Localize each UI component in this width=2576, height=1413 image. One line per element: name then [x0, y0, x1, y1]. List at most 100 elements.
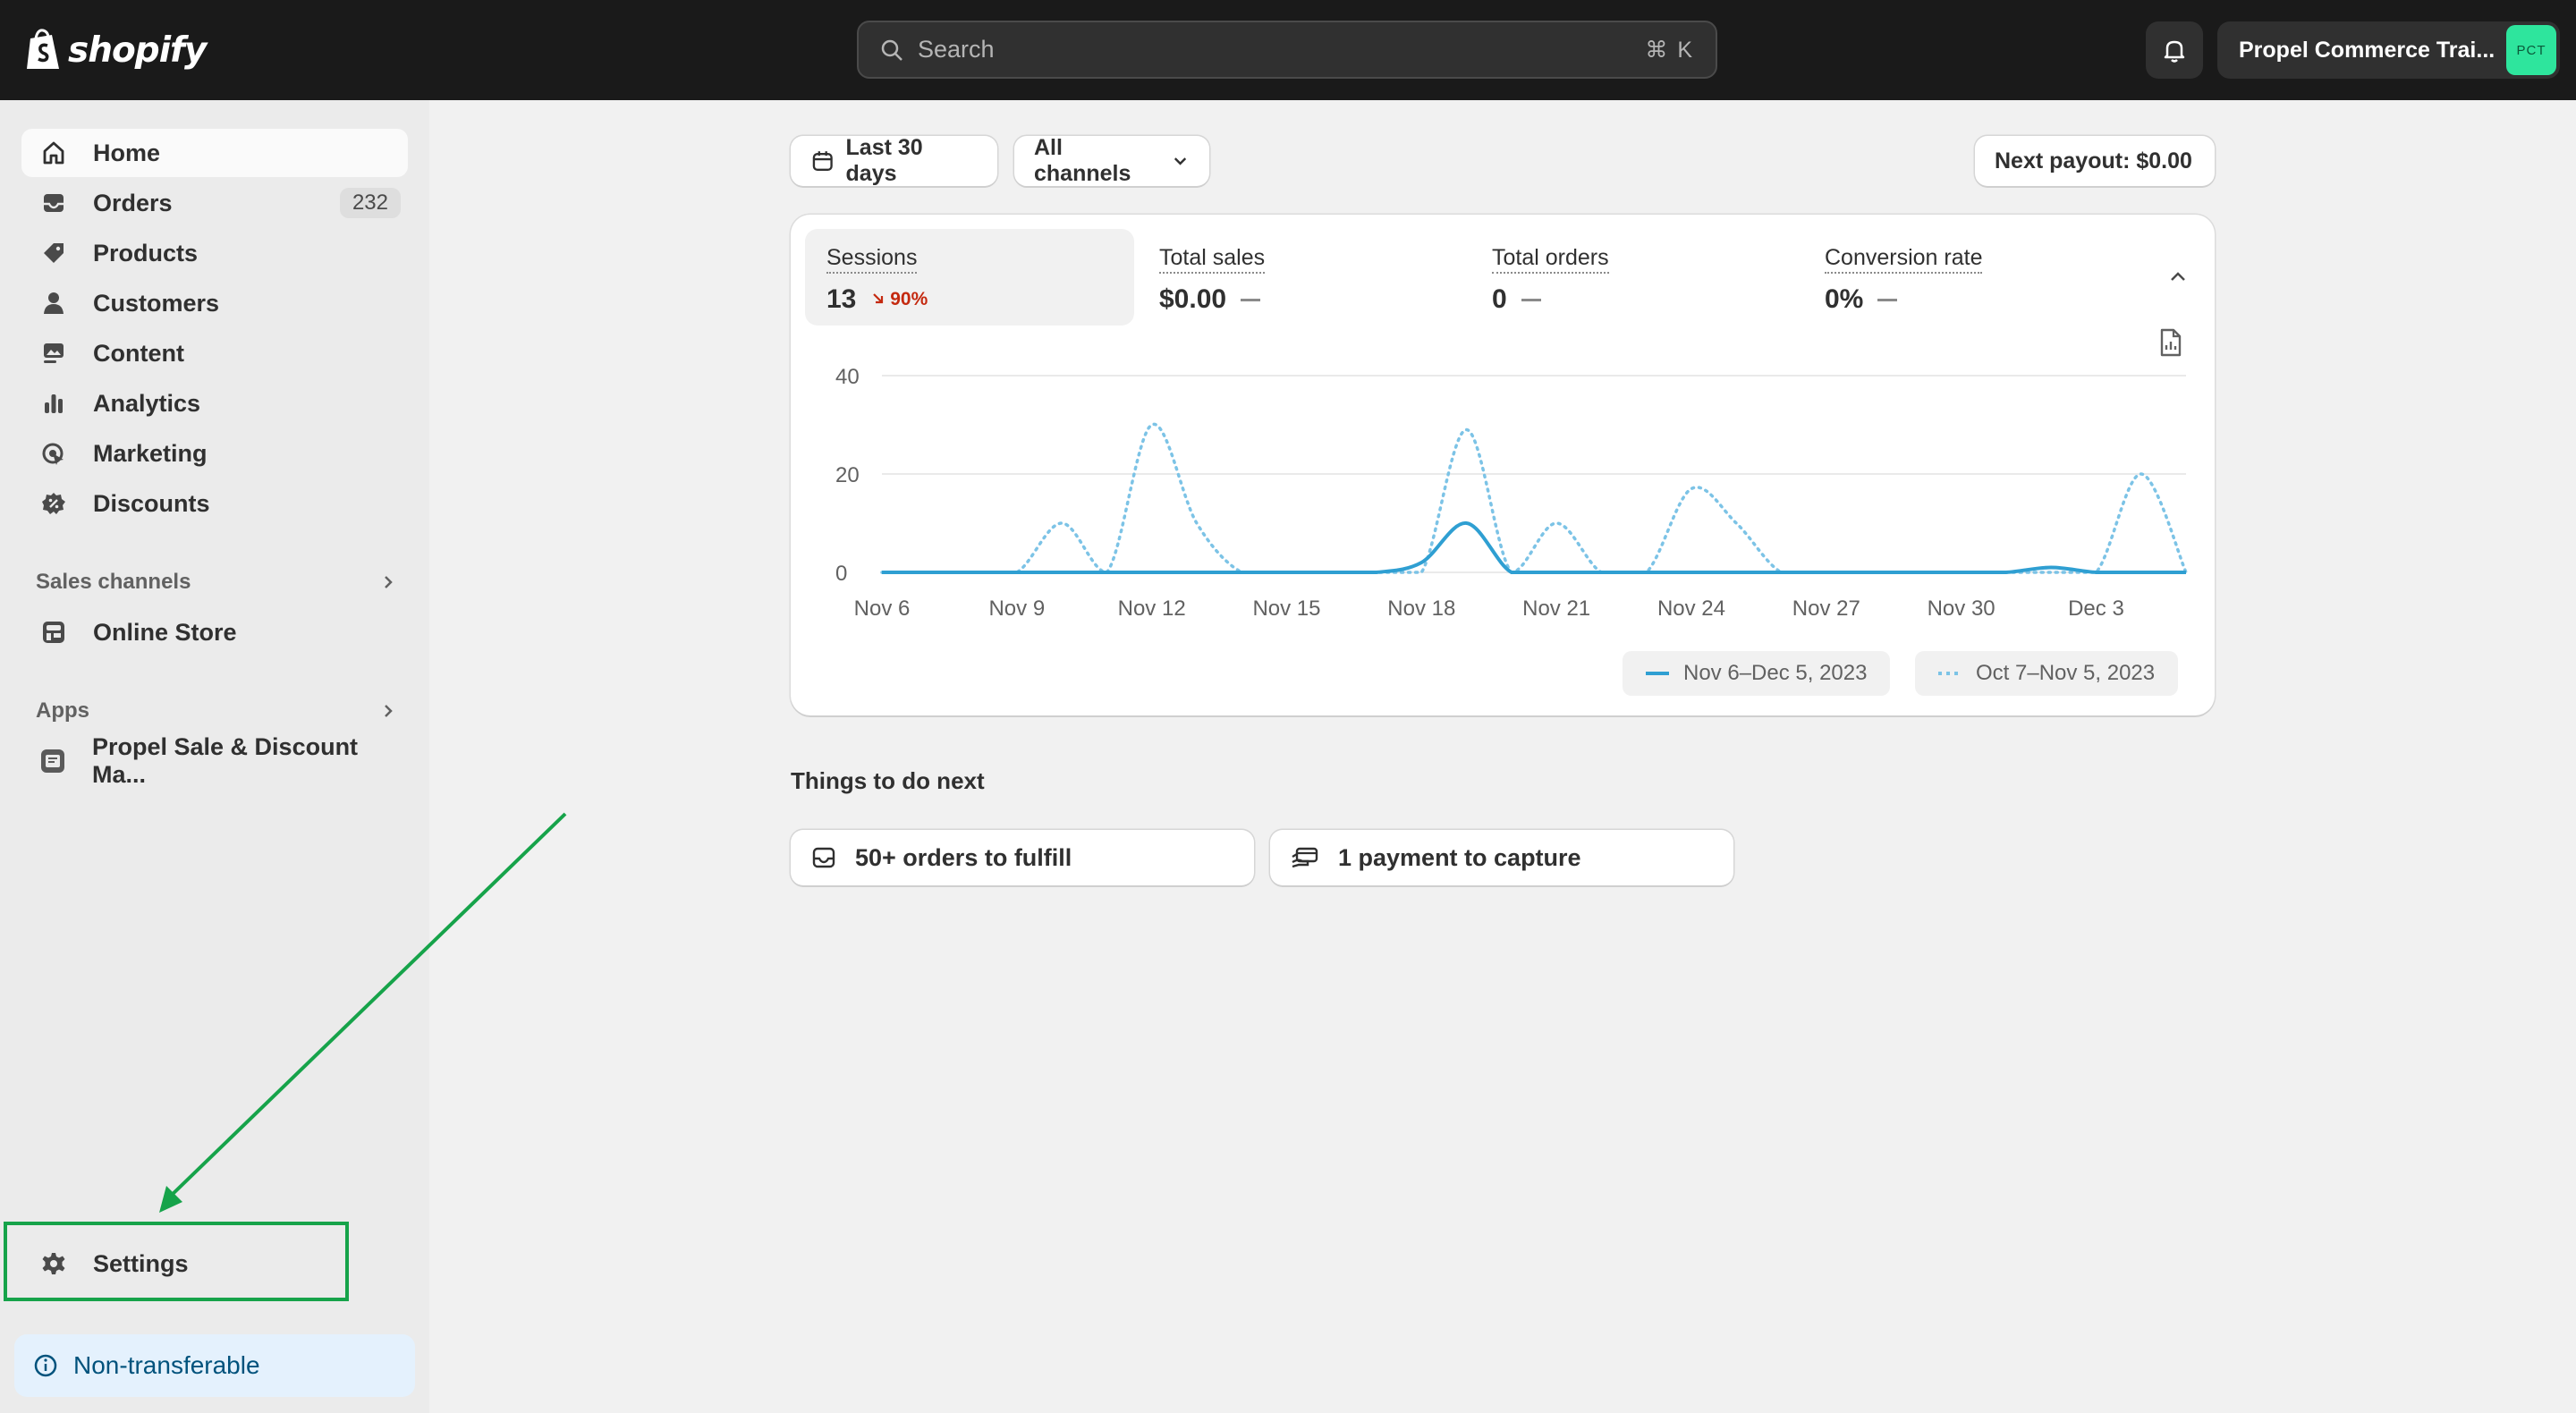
search-placeholder: Search: [918, 36, 995, 63]
metric-total-sales[interactable]: Total sales $0.00: [1138, 229, 1467, 326]
x-tick-label: Nov 27: [1792, 597, 1860, 621]
x-tick-label: Nov 18: [1387, 597, 1455, 621]
sidebar-item-online-store[interactable]: Online Store: [21, 608, 408, 656]
metric-label: Conversion rate: [1825, 245, 1983, 274]
x-tick-label: Nov 9: [988, 597, 1045, 621]
sidebar-item-orders[interactable]: Orders 232: [21, 179, 408, 227]
no-change-dash: [1241, 298, 1261, 301]
sidebar-item-label: Marketing: [93, 439, 208, 467]
metric-sessions[interactable]: Sessions 13 90%: [805, 229, 1134, 326]
sales-channels-title: Sales channels: [36, 570, 191, 594]
y-tick-label: 0: [835, 562, 847, 586]
chevron-up-icon[interactable]: [2165, 263, 2191, 290]
arrow-down-right-icon: [873, 293, 884, 304]
y-tick-label: 40: [835, 365, 860, 389]
sidebar-item-analytics[interactable]: Analytics: [21, 379, 408, 427]
chevron-down-icon: [1174, 157, 1187, 165]
sidebar-item-customers[interactable]: Customers: [21, 279, 408, 327]
app-icon: [39, 747, 67, 775]
task-orders-to-fulfill[interactable]: 50+ orders to fulfill: [791, 830, 1254, 885]
x-tick-label: Nov 15: [1252, 597, 1320, 621]
x-tick-label: Nov 30: [1928, 597, 1996, 621]
metric-label: Total orders: [1492, 245, 1609, 274]
sidebar-item-label: Discounts: [93, 489, 210, 517]
no-change-dash: [1877, 298, 1898, 301]
non-transferable-banner[interactable]: Non-transferable: [14, 1334, 415, 1397]
date-range-label: Last 30 days: [845, 135, 923, 186]
apps-title: Apps: [36, 698, 89, 723]
notifications-button[interactable]: [2146, 21, 2203, 79]
shopify-logo[interactable]: shopify: [25, 23, 207, 77]
apps-header[interactable]: Apps: [36, 693, 401, 729]
shopify-bag-icon: [27, 29, 59, 69]
x-tick-label: Dec 3: [2068, 597, 2124, 621]
sidebar-item-label: Analytics: [93, 389, 201, 417]
x-tick-label: Nov 6: [854, 597, 911, 621]
sidebar-item-content[interactable]: Content: [21, 329, 408, 377]
sidebar-item-label: Propel Sale & Discount Ma...: [91, 733, 359, 788]
channels-dropdown[interactable]: All channels: [1014, 135, 1209, 186]
analytics-card: Sessions 13 90% Total sales $0.00 Total …: [791, 215, 2215, 715]
bell-icon: [2164, 40, 2185, 63]
task-label: 50+ orders to fulfill: [855, 843, 1072, 871]
discount-icon: [39, 489, 68, 518]
inbox-icon: [812, 847, 835, 868]
sidebar-item-propel-app[interactable]: Propel Sale & Discount Ma...: [21, 733, 408, 788]
sales-channels-header[interactable]: Sales channels: [36, 564, 401, 600]
sidebar-item-label: Products: [93, 239, 199, 267]
home-icon: [39, 139, 68, 167]
sidebar-item-label: Home: [93, 139, 161, 166]
store-menu-button[interactable]: Propel Commerce Trai... PCT: [2217, 21, 2560, 79]
sidebar-item-label: Customers: [93, 289, 220, 317]
legend-current-period[interactable]: Nov 6–Dec 5, 2023: [1623, 651, 1891, 696]
settings-highlight-box: [4, 1222, 349, 1301]
metric-label: Sessions: [826, 245, 918, 274]
bar-chart-icon: [39, 389, 68, 418]
date-range-button[interactable]: Last 30 days: [791, 135, 997, 186]
metric-value: 13: [826, 284, 857, 314]
sidebar-item-label: Orders: [93, 189, 173, 216]
store-avatar: PCT: [2506, 25, 2556, 75]
y-tick-label: 20: [835, 463, 860, 487]
series-line-previous: [880, 422, 2188, 574]
sessions-chart: 40 20 0 Nov 6 Nov 9 Nov 12 Nov 15 Nov 18 Nov 21 N…: [835, 365, 2188, 621]
legend-swatch-solid: [1646, 672, 1669, 675]
search-bar[interactable]: Search ⌘ K: [857, 21, 1717, 79]
person-icon: [39, 289, 68, 317]
sidebar-item-label: Online Store: [93, 618, 237, 646]
sidebar-item-discounts[interactable]: Discounts: [21, 479, 408, 528]
payment-icon: [1292, 847, 1318, 868]
orders-icon: [39, 189, 68, 217]
metric-delta: 90%: [872, 289, 928, 310]
things-to-do-title: Things to do next: [791, 767, 985, 794]
metric-conversion-rate[interactable]: Conversion rate 0%: [1803, 229, 2132, 326]
legend-label: Oct 7–Nov 5, 2023: [1976, 661, 2156, 685]
sidebar-item-home[interactable]: Home: [21, 129, 408, 177]
top-bar: shopify Search ⌘ K Propel Commerce Trai.…: [0, 0, 2576, 100]
legend-previous-period[interactable]: Oct 7–Nov 5, 2023: [1915, 651, 2179, 696]
metric-value: $0.00: [1159, 284, 1227, 314]
x-tick-label: Nov 24: [1657, 597, 1725, 621]
sidebar-item-marketing[interactable]: Marketing: [21, 429, 408, 478]
tag-icon: [39, 239, 68, 267]
task-label: 1 payment to capture: [1338, 843, 1581, 871]
chevron-right-icon: [385, 576, 393, 588]
no-change-dash: [1521, 298, 1541, 301]
task-payment-to-capture[interactable]: 1 payment to capture: [1270, 830, 1733, 885]
next-payout-button[interactable]: Next payout: $0.00: [1975, 136, 2215, 186]
metric-label: Total sales: [1159, 245, 1266, 274]
x-tick-label: Nov 21: [1522, 597, 1590, 621]
orders-count-badge: 232: [339, 188, 401, 218]
search-shortcut: ⌘ K: [1645, 37, 1694, 63]
store-icon: [39, 618, 68, 647]
legend-label: Nov 6–Dec 5, 2023: [1683, 661, 1868, 685]
sidebar-item-label: Content: [93, 339, 184, 367]
content-icon: [39, 339, 68, 368]
search-icon: [881, 39, 902, 61]
sidebar: Home Orders 232 Products Customers Conte…: [0, 100, 429, 1413]
next-payout-label: Next payout: $0.00: [1995, 148, 2192, 173]
sidebar-item-products[interactable]: Products: [21, 229, 408, 277]
logo-text: shopify: [68, 30, 207, 71]
metric-total-orders[interactable]: Total orders 0: [1470, 229, 1800, 326]
store-name: Propel Commerce Trai...: [2239, 37, 2496, 63]
